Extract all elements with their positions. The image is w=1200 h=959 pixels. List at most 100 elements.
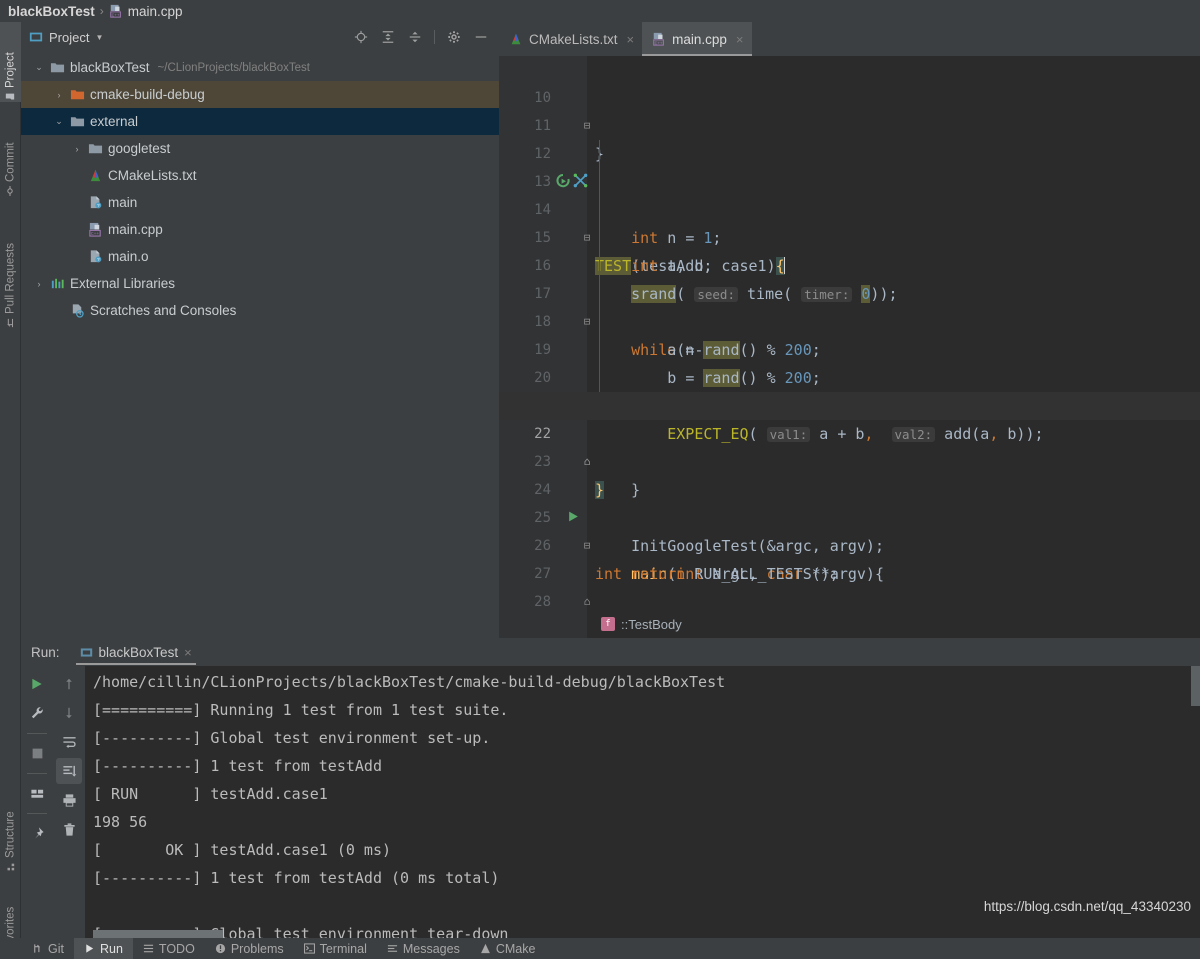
folder-icon [87,141,103,157]
status-button-todo[interactable]: TODO [133,938,205,959]
tab-main-cpp[interactable]: C++ main.cpp × [642,22,752,56]
project-panel-header: Project ▼ [21,22,499,52]
status-button-run[interactable]: Run [73,938,133,959]
chevron-right-icon[interactable]: › [67,144,87,154]
status-button-git[interactable]: Git [22,938,74,959]
cpp-file-icon: C++ [652,32,666,46]
code-line-20[interactable]: 20 EXPECT_EQ( val1: a + b, val2: add(a, … [499,336,1200,443]
code-line-27[interactable]: 27 ⌂ } [499,532,1200,638]
status-button-messages[interactable]: Messages [377,938,470,959]
layout-icon[interactable] [24,780,50,806]
hide-icon[interactable] [473,29,489,45]
indent-guide [599,140,600,168]
close-icon[interactable]: × [736,32,744,47]
status-button-terminal[interactable]: Terminal [294,938,377,959]
code-line-10[interactable]: 10 ⊟ } [499,56,1200,163]
locate-icon[interactable] [353,29,369,45]
code-line-14[interactable]: 14 int a, b; [499,168,1200,275]
tree-label: cmake-build-debug [90,87,205,102]
tree-row-cmakelists[interactable]: CMakeLists.txt [21,162,499,189]
down-arrow-icon[interactable] [56,700,82,726]
tree-row-main-cpp[interactable]: C++ main.cpp [21,216,499,243]
code-line-25[interactable]: 25 InitGoogleTest(&argc, argv); [499,476,1200,555]
console-line: [----------] 1 test from testAdd [93,757,382,775]
expand-all-icon[interactable] [380,29,396,45]
console-line: [ OK ] testAdd.case1 (0 ms) [93,841,392,859]
close-icon[interactable]: × [627,32,635,47]
pin-icon[interactable] [24,820,50,846]
svg-text:C++: C++ [111,13,119,18]
sidebar-item-structure[interactable]: Structure [0,777,21,872]
run-tool-window: Run: blackBoxTest × /home/cillin/CLionPr… [21,638,1200,938]
run-tab-label: blackBoxTest [98,644,179,660]
code-line-13[interactable]: 13 int n = 1; [499,140,1200,247]
chevron-down-icon[interactable]: ⌄ [29,62,49,73]
code-line-12[interactable]: 12 ⊟ TEST(testAdd, case1){ [499,112,1200,275]
console-horizontal-scrollbar[interactable] [93,930,223,938]
toolbar-divider [27,773,47,774]
tree-row-cmake-build-debug[interactable]: › cmake-build-debug [21,81,499,108]
up-arrow-icon[interactable] [56,671,82,697]
soft-wrap-icon[interactable] [56,729,82,755]
folder-orange-icon [69,87,85,103]
settings-wrench-icon[interactable] [24,700,50,726]
code-line-22[interactable]: 22 ⌂ } [499,392,1200,499]
code-line-11[interactable]: 11 [499,84,1200,134]
tree-row-googletest[interactable]: › googletest [21,135,499,162]
sidebar-item-pull-requests[interactable]: Pull Requests [0,208,21,328]
tree-row-main[interactable]: ? main [21,189,499,216]
scroll-to-end-icon[interactable] [56,758,82,784]
commit-icon [6,186,16,196]
tree-row-blackboxtest[interactable]: ⌄ blackBoxTest ~/CLionProjects/blackBoxT… [21,54,499,81]
console-vertical-scrollbar[interactable] [1191,666,1200,706]
tree-row-external[interactable]: ⌄ external [21,108,499,135]
code-area[interactable]: 10 ⊟ } 11 12 ⊟ TEST(testAdd, cas [499,56,1200,638]
tree-row-scratches[interactable]: Scratches and Consoles [21,297,499,324]
trash-icon[interactable] [56,816,82,842]
chevron-down-icon[interactable]: ⌄ [49,116,69,127]
terminal-icon [303,943,315,954]
tree-row-external-libraries[interactable]: › External Libraries [21,270,499,297]
folder-icon [49,60,65,76]
stop-icon[interactable] [24,740,50,766]
code-line-15[interactable]: 15 srand( seed: time( timer: 0)); [499,196,1200,303]
code-line-17[interactable]: 17 a = rand() % 200; [499,252,1200,359]
close-icon[interactable]: × [184,645,192,660]
sidebar-item-project[interactable]: Project [0,22,21,102]
settings-gear-icon[interactable] [446,29,462,45]
chevron-right-icon[interactable]: › [49,90,69,100]
cpp-file-icon: C++ [109,4,123,18]
code-line-23[interactable]: 23 [499,420,1200,470]
sidebar-item-label-project: Project [4,52,17,88]
chevron-down-icon[interactable]: ▼ [95,33,103,42]
indent-guide [599,252,600,280]
status-button-problems[interactable]: Problems [205,938,294,959]
collapse-all-icon[interactable] [407,29,423,45]
status-button-cmake[interactable]: CMake [470,938,546,959]
tab-cmakelists-txt[interactable]: CMakeLists.txt × [499,22,642,56]
code-line-18[interactable]: 18 b = rand() % 200; [499,280,1200,387]
tree-row-main-o[interactable]: ? main.o [21,243,499,270]
cmake-icon [480,943,491,954]
rerun-icon[interactable] [24,671,50,697]
code-line-24[interactable]: 24 ⊟ int main(int argc, char **argv){ [499,448,1200,583]
tree-label: External Libraries [70,276,176,291]
sidebar-item-label-structure: Structure [4,811,17,858]
breadcrumb-project[interactable]: blackBoxTest [8,4,95,19]
toolbar-divider [27,733,47,734]
run-tab-blackboxtest[interactable]: blackBoxTest × [72,639,200,665]
project-tree[interactable]: ⌄ blackBoxTest ~/CLionProjects/blackBoxT… [21,52,499,638]
code-line-26[interactable]: 26 return RUN_ALL_TESTS(); [499,504,1200,583]
print-icon[interactable] [56,787,82,813]
code-line-28[interactable]: 28 [499,560,1200,610]
code-lines[interactable]: 10 ⊟ } 11 12 ⊟ TEST(testAdd, cas [499,56,1200,638]
tab-label: main.cpp [672,31,727,47]
breadcrumb-file[interactable]: main.cpp [128,4,183,19]
code-line-16[interactable]: 16 ⊟ while(n--) { [499,224,1200,359]
status-label: Problems [230,941,284,956]
editor-breadcrumb[interactable]: f ::TestBody [587,610,1200,638]
chevron-right-icon[interactable]: › [29,279,49,289]
sidebar-item-commit[interactable]: Commit [0,114,21,196]
code-line-19[interactable]: 19 std::cout << a << " " << b << std::en… [499,308,1200,415]
code-line-21[interactable]: 21 ⌂ } [499,364,1200,499]
